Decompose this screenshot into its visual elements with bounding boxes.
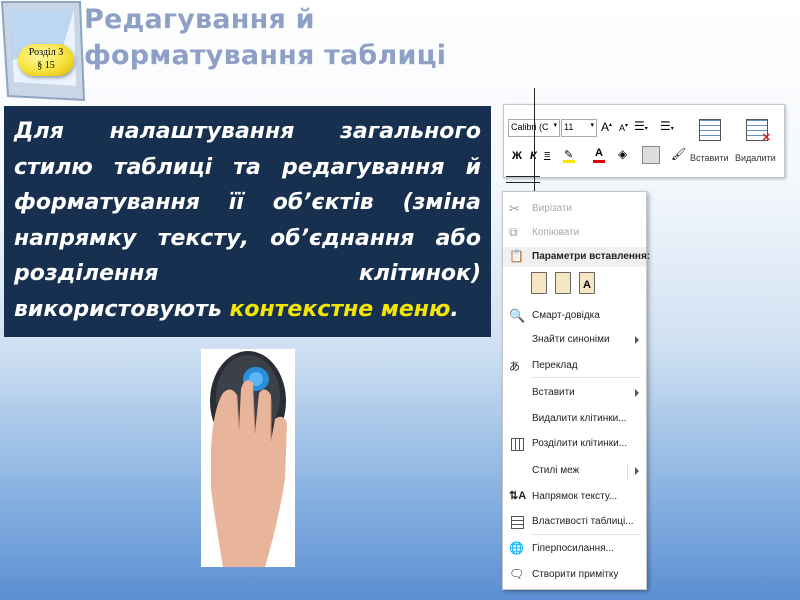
menu-item-translate[interactable]: あ Переклад bbox=[503, 356, 646, 376]
table-border bbox=[506, 176, 540, 177]
menu-item-hyperlink[interactable]: 🌐 Гіперпосилання... bbox=[503, 539, 646, 559]
paste-merge-formatting-icon[interactable] bbox=[555, 272, 571, 294]
delete-table-icon[interactable]: ✕ bbox=[746, 119, 771, 144]
paste-options-header: 📋 Параметри вставлення: bbox=[503, 247, 650, 267]
insert-table-icon[interactable] bbox=[699, 119, 721, 141]
table-properties-icon bbox=[511, 516, 524, 529]
badge-chapter: Розділ 3 bbox=[28, 47, 64, 58]
format-painter-icon[interactable]: 🖌 bbox=[671, 147, 686, 161]
menu-separator bbox=[531, 377, 641, 378]
comment-icon: 🗨 bbox=[509, 567, 525, 581]
borders-icon[interactable] bbox=[642, 146, 660, 164]
hand-mouse-image bbox=[201, 349, 295, 567]
badge-paragraph: § 15 bbox=[37, 60, 55, 71]
underline-icon[interactable]: ≡ bbox=[544, 149, 558, 163]
menu-split-divider bbox=[627, 463, 628, 479]
copy-icon: ⧉ bbox=[509, 225, 518, 239]
section-badge: Розділ 3 § 15 bbox=[18, 44, 74, 76]
chevron-down-icon: ▾ bbox=[553, 122, 557, 129]
menu-item-text-direction[interactable]: ⇅A Напрямок тексту... bbox=[503, 487, 646, 507]
insert-button[interactable]: Вставити bbox=[690, 153, 729, 163]
bullets-icon[interactable]: ☰▾ bbox=[634, 119, 648, 133]
grow-font-icon[interactable]: A▴ bbox=[601, 120, 612, 134]
search-icon: 🔍 bbox=[509, 308, 526, 323]
font-color-icon[interactable]: A bbox=[592, 147, 608, 163]
font-size-value: 11 bbox=[564, 122, 574, 132]
highlight-context-menu: контекстне меню bbox=[229, 296, 451, 322]
paste-text-only-icon[interactable]: A bbox=[579, 272, 595, 294]
numbering-icon[interactable]: ☰▾ bbox=[660, 119, 674, 133]
menu-item-table-properties[interactable]: Властивості таблиці... bbox=[503, 512, 646, 532]
body-line-3: форматування її об’єктів (зміна bbox=[14, 190, 481, 215]
body-line-1: Для налаштування загального bbox=[14, 119, 481, 144]
translate-icon: あ bbox=[509, 361, 520, 373]
mini-toolbar: Calibri (C ▾ 11 ▾ A▴ A▾ ☰▾ ☰▾ Ж К ≡ ✎ A … bbox=[503, 104, 785, 178]
submenu-arrow-icon bbox=[635, 467, 639, 475]
text-direction-icon: ⇅A bbox=[509, 490, 527, 502]
menu-separator bbox=[531, 534, 641, 535]
submenu-arrow-icon bbox=[635, 336, 639, 344]
scissors-icon: ✂ bbox=[509, 201, 520, 216]
menu-item-new-comment[interactable]: 🗨 Створити примітку bbox=[503, 565, 646, 585]
body-line-6-end: . bbox=[450, 296, 459, 322]
menu-item-insert[interactable]: Вставити bbox=[503, 383, 646, 403]
highlight-color-icon[interactable]: ✎ bbox=[562, 147, 578, 163]
menu-item-smart-lookup[interactable]: 🔍 Смарт-довідка bbox=[503, 306, 646, 326]
menu-item-border-styles[interactable]: Стилі меж bbox=[503, 461, 646, 481]
menu-item-cut[interactable]: ✂ Вирізати bbox=[503, 199, 646, 219]
table-border bbox=[506, 182, 540, 183]
body-text-box: Для налаштування загального стилю таблиц… bbox=[4, 106, 491, 337]
menu-item-split-cells[interactable]: Розділити клітинки... bbox=[503, 434, 646, 454]
context-menu: ✂ Вирізати ⧉ Копіювати 📋 Параметри встав… bbox=[502, 191, 650, 590]
paste-keep-formatting-icon[interactable] bbox=[531, 272, 547, 294]
split-cells-icon bbox=[511, 438, 524, 451]
shrink-font-icon[interactable]: A▾ bbox=[619, 122, 628, 133]
slide-title: Редагування й форматування таблиці bbox=[84, 4, 447, 71]
body-line-5: розділення клітинок) bbox=[14, 261, 481, 286]
delete-button[interactable]: Видалити bbox=[735, 153, 776, 163]
body-line-4: напрямку тексту, об’єднання або bbox=[14, 225, 481, 251]
font-name-value: Calibri (C bbox=[511, 122, 549, 132]
body-line-6: використовують контекстне меню. bbox=[14, 292, 481, 328]
menu-item-delete-cells[interactable]: Видалити клітинки... bbox=[503, 409, 646, 429]
hyperlink-icon: 🌐 bbox=[509, 541, 524, 555]
body-line-6-text: використовують bbox=[14, 296, 230, 322]
body-line-2: стилю таблиці та редагування й bbox=[14, 154, 481, 180]
submenu-arrow-icon bbox=[635, 389, 639, 397]
menu-item-copy[interactable]: ⧉ Копіювати bbox=[503, 223, 646, 243]
chevron-down-icon: ▾ bbox=[590, 122, 594, 129]
menu-item-synonyms[interactable]: Знайти синоніми bbox=[503, 330, 646, 350]
bold-button[interactable]: Ж bbox=[512, 150, 522, 162]
clipboard-icon: 📋 bbox=[509, 249, 524, 263]
shading-icon[interactable]: ◈ bbox=[618, 147, 627, 161]
font-size-box[interactable]: 11 ▾ bbox=[561, 119, 597, 137]
